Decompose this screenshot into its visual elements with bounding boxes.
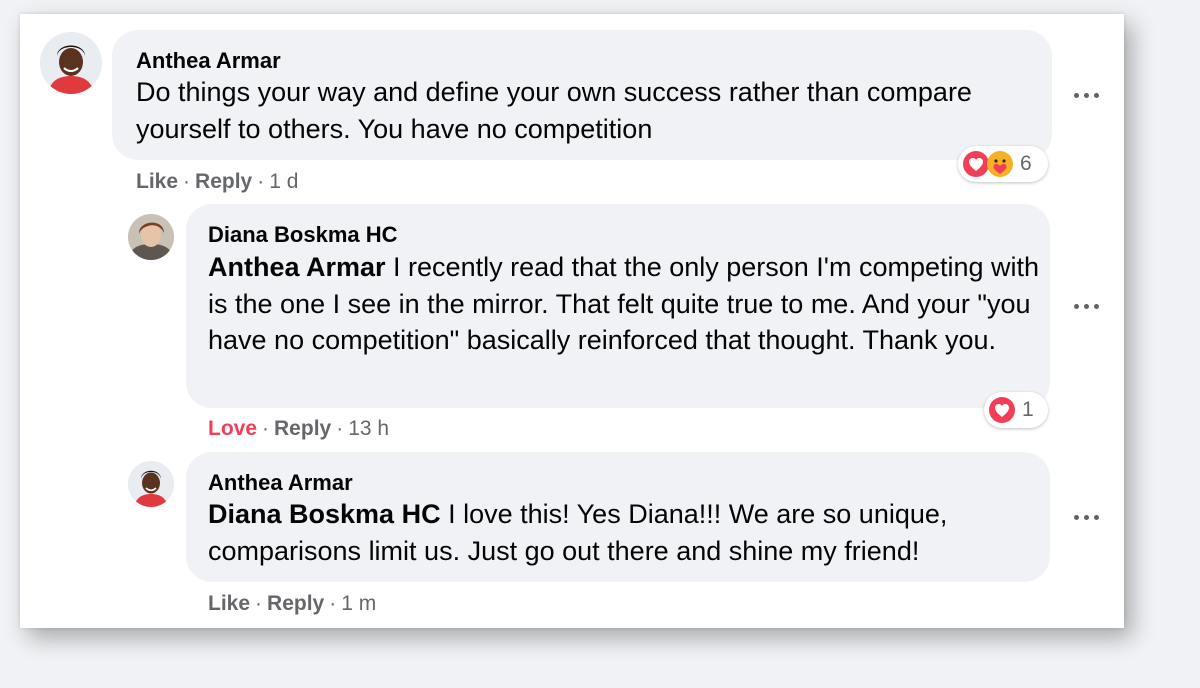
comment-text: Diana Boskma HC I love this! Yes Diana!!… <box>208 496 1040 569</box>
comment-author[interactable]: Anthea Armar <box>208 470 353 496</box>
comment-timestamp[interactable]: 1 m <box>341 592 376 615</box>
comment-bubble: Anthea Armar Do things your way and defi… <box>112 30 1052 160</box>
reaction-summary[interactable]: 1 <box>984 392 1048 428</box>
comment-actions: Like · Reply · 1 d <box>136 170 298 194</box>
separator: · <box>255 592 263 615</box>
like-button[interactable]: Like <box>136 170 178 193</box>
separator: · <box>262 417 270 440</box>
separator: · <box>183 170 191 193</box>
comment-bubble: Diana Boskma HC Anthea Armar I recently … <box>186 204 1050 408</box>
like-button[interactable]: Like <box>208 592 250 615</box>
comment-timestamp[interactable]: 13 h <box>348 417 389 440</box>
reaction-summary[interactable]: 6 <box>958 146 1048 182</box>
comment-bubble: Anthea Armar Diana Boskma HC I love this… <box>186 452 1050 582</box>
comment-actions: Love · Reply · 13 h <box>208 417 389 441</box>
avatar[interactable] <box>128 461 174 507</box>
reply-button[interactable]: Reply <box>195 170 252 193</box>
separator: · <box>257 170 265 193</box>
avatar[interactable] <box>40 32 102 94</box>
love-icon <box>989 397 1015 423</box>
comment-author[interactable]: Anthea Armar <box>136 48 281 74</box>
comment-text: Do things your way and define your own s… <box>136 74 1036 147</box>
comment-body-text: Do things your way and define your own s… <box>136 77 972 144</box>
love-button[interactable]: Love <box>208 417 257 440</box>
comment-timestamp[interactable]: 1 d <box>269 170 298 193</box>
more-options-icon[interactable] <box>1074 301 1104 313</box>
reply-button[interactable]: Reply <box>267 592 324 615</box>
reaction-count: 6 <box>1020 152 1032 175</box>
separator: · <box>336 417 344 440</box>
reply-button[interactable]: Reply <box>274 417 331 440</box>
avatar[interactable] <box>128 214 174 260</box>
care-icon <box>987 151 1013 177</box>
reaction-count: 1 <box>1022 398 1034 421</box>
comment-text: Anthea Armar I recently read that the on… <box>208 249 1040 359</box>
mention-link[interactable]: Anthea Armar <box>208 252 386 282</box>
comment-thread: Anthea Armar Do things your way and defi… <box>20 14 1124 628</box>
comment-actions: Like · Reply · 1 m <box>208 592 376 616</box>
comment-author[interactable]: Diana Boskma HC <box>208 222 398 248</box>
mention-link[interactable]: Diana Boskma HC <box>208 499 441 529</box>
more-options-icon[interactable] <box>1074 90 1104 102</box>
separator: · <box>329 592 337 615</box>
more-options-icon[interactable] <box>1074 512 1104 524</box>
